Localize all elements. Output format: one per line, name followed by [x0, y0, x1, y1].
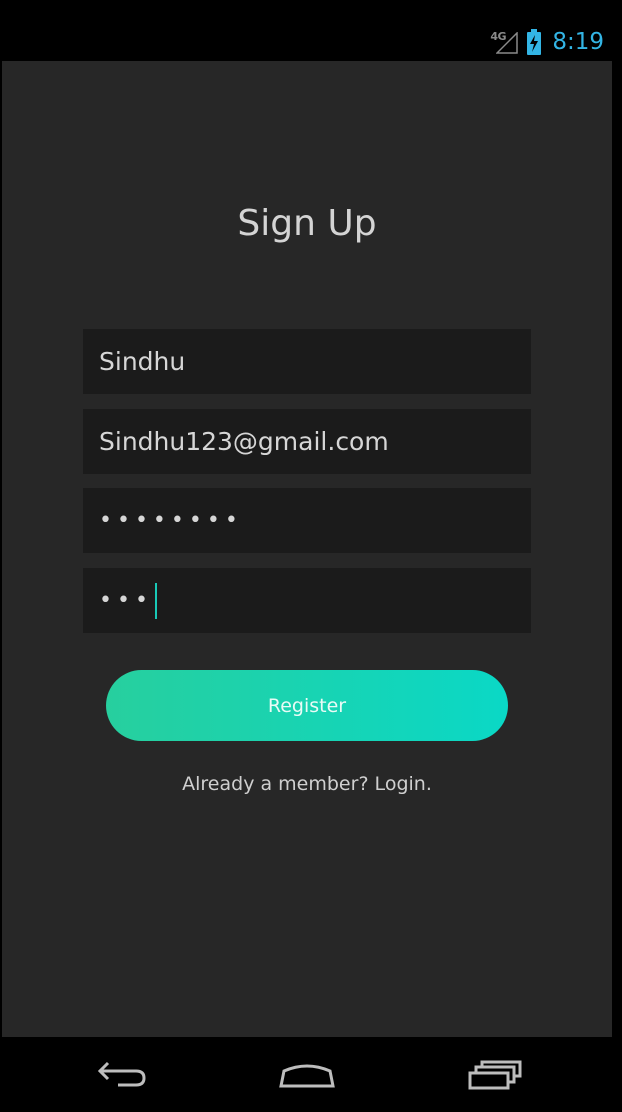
back-icon[interactable] [80, 1055, 160, 1095]
confirm-password-field-value: ••• [99, 588, 153, 613]
screen-edge [612, 61, 622, 1037]
text-cursor [154, 582, 157, 619]
login-link[interactable]: Already a member? Login. [2, 773, 612, 795]
email-field[interactable]: Sindhu123@gmail.com [83, 409, 531, 474]
navigation-bar [0, 1037, 622, 1112]
home-icon[interactable] [267, 1055, 347, 1095]
password-field-value: •••••••• [99, 508, 243, 533]
register-button-label: Register [267, 694, 347, 717]
email-field-value: Sindhu123@gmail.com [99, 427, 389, 456]
signup-screen: Sign Up Sindhu Sindhu123@gmail.com •••••… [2, 61, 612, 1037]
signal-icon: 4G [490, 28, 520, 56]
recent-apps-icon[interactable] [455, 1055, 535, 1095]
confirm-password-field[interactable]: ••• [83, 568, 531, 633]
status-bar: 4G 8:19 [0, 0, 622, 61]
password-field[interactable]: •••••••• [83, 488, 531, 553]
page-title: Sign Up [237, 203, 377, 244]
status-icons: 4G 8:19 [490, 26, 604, 58]
name-field-value: Sindhu [99, 347, 186, 376]
clock: 8:19 [552, 29, 604, 55]
name-field[interactable]: Sindhu [83, 329, 531, 394]
battery-charging-icon [526, 29, 542, 55]
register-button[interactable]: Register [106, 670, 508, 741]
